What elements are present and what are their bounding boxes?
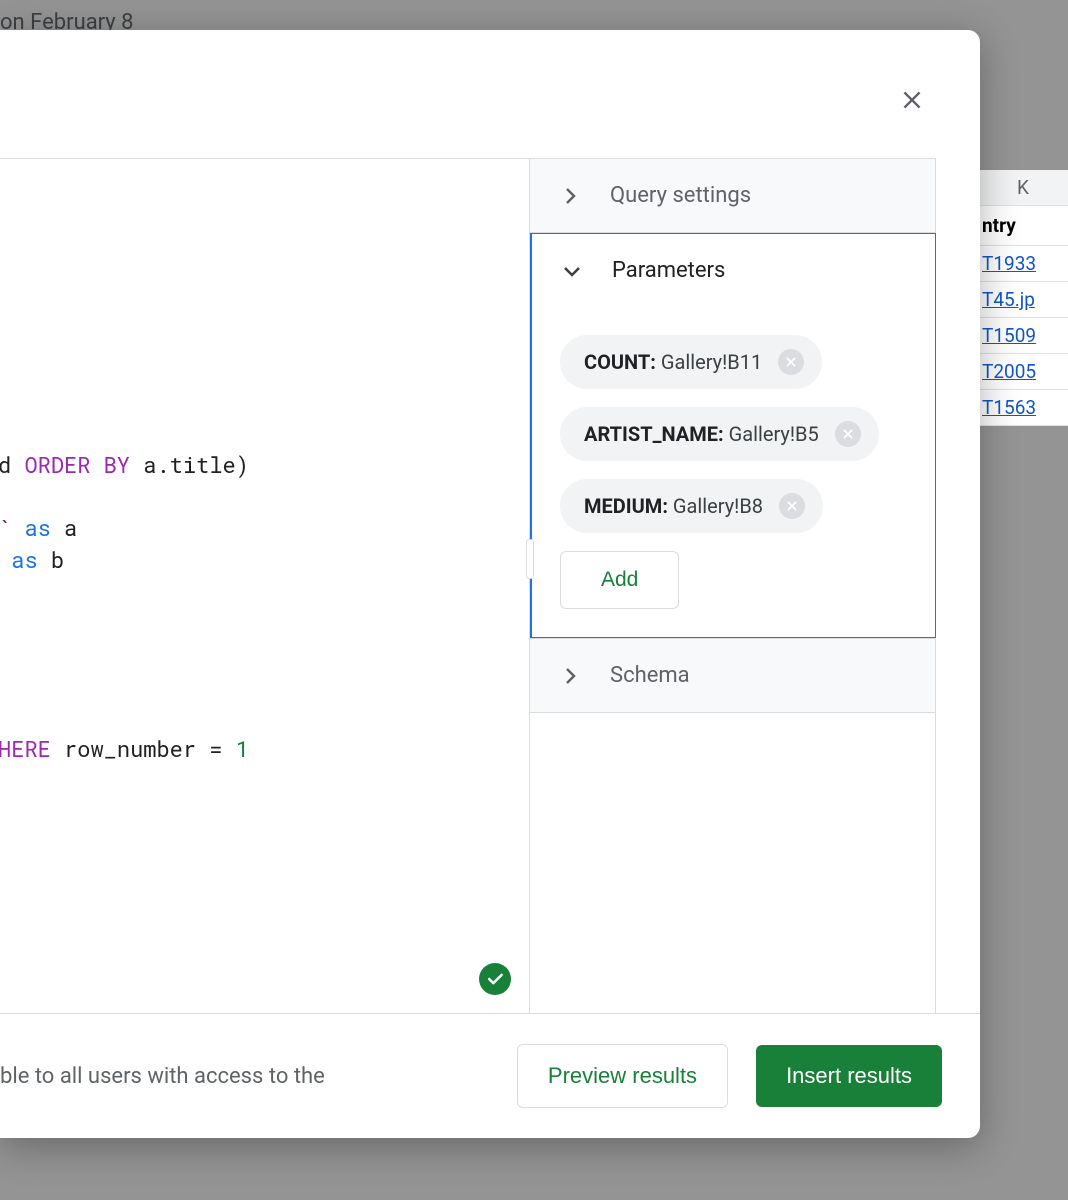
check-icon bbox=[485, 969, 505, 989]
pane-resize-handle[interactable] bbox=[526, 539, 534, 579]
remove-parameter-button[interactable] bbox=[779, 493, 805, 519]
cell-link[interactable]: T1509 bbox=[978, 318, 1068, 354]
close-icon bbox=[899, 87, 925, 113]
remove-parameter-button[interactable] bbox=[778, 349, 804, 375]
chevron-right-icon bbox=[558, 184, 582, 208]
close-icon bbox=[841, 427, 855, 441]
cell-link[interactable]: T1933 bbox=[978, 246, 1068, 282]
column-letter: K bbox=[978, 170, 1068, 206]
remove-parameter-button[interactable] bbox=[835, 421, 861, 447]
add-parameter-button[interactable]: Add bbox=[560, 551, 679, 609]
param-value: Gallery!B8 bbox=[673, 494, 763, 518]
parameters-accordion[interactable]: Parameters bbox=[530, 233, 936, 307]
close-button[interactable] bbox=[892, 80, 932, 120]
close-icon bbox=[785, 499, 799, 513]
preview-results-button[interactable]: Preview results bbox=[517, 1044, 728, 1108]
side-panel: Query settings Parameters COUNT: Gallery… bbox=[530, 159, 935, 1013]
insert-results-button[interactable]: Insert results bbox=[756, 1045, 942, 1107]
param-value: Gallery!B5 bbox=[729, 422, 819, 446]
background-spreadsheet-column: K ntry T1933 T45.jp T1509 T2005 T1563 bbox=[978, 170, 1068, 426]
dialog-footer: ble to all users with access to the Prev… bbox=[0, 1013, 980, 1138]
param-name: COUNT: bbox=[584, 350, 656, 374]
cell-link[interactable]: T1563 bbox=[978, 390, 1068, 426]
parameter-chip[interactable]: COUNT: Gallery!B11 bbox=[560, 335, 822, 389]
cell-link[interactable]: T2005 bbox=[978, 354, 1068, 390]
cell-link[interactable]: T45.jp bbox=[978, 282, 1068, 318]
accordion-title: Parameters bbox=[612, 258, 725, 283]
close-icon bbox=[784, 355, 798, 369]
chevron-right-icon bbox=[558, 664, 582, 688]
param-value: Gallery!B11 bbox=[661, 350, 762, 374]
side-panel-filler bbox=[530, 713, 935, 1013]
sql-code: N BY a.object_id ORDER BY a.title) the_m… bbox=[0, 449, 249, 796]
dialog-body: N BY a.object_id ORDER BY a.title) the_m… bbox=[0, 158, 936, 1013]
query-settings-accordion[interactable]: Query settings bbox=[530, 159, 935, 233]
parameter-chip[interactable]: ARTIST_NAME: Gallery!B5 bbox=[560, 407, 879, 461]
dialog-header bbox=[0, 30, 980, 158]
query-editor-dialog: N BY a.object_id ORDER BY a.title) the_m… bbox=[0, 30, 980, 1138]
accordion-title: Query settings bbox=[610, 183, 751, 208]
param-name: ARTIST_NAME: bbox=[584, 422, 724, 446]
sql-editor-pane[interactable]: N BY a.object_id ORDER BY a.title) the_m… bbox=[0, 159, 530, 1013]
schema-accordion[interactable]: Schema bbox=[530, 638, 935, 713]
chevron-down-icon bbox=[560, 259, 584, 283]
column-header: ntry bbox=[978, 206, 1068, 246]
validation-success-badge bbox=[479, 963, 511, 995]
parameters-body: COUNT: Gallery!B11 ARTIST_NAME: Gallery!… bbox=[530, 307, 936, 638]
footer-note: ble to all users with access to the bbox=[0, 1064, 325, 1089]
accordion-title: Schema bbox=[610, 663, 690, 688]
param-name: MEDIUM: bbox=[584, 494, 668, 518]
parameter-chip[interactable]: MEDIUM: Gallery!B8 bbox=[560, 479, 823, 533]
